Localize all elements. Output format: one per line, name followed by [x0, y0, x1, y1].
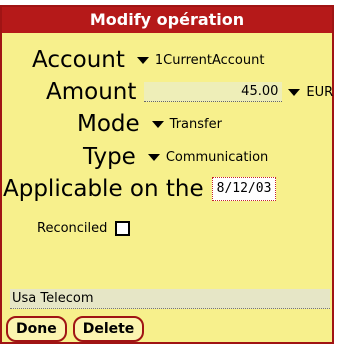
dialog-title: Modify opération [2, 7, 332, 33]
applicable-date-button[interactable]: 8/12/03 [211, 177, 277, 201]
done-button[interactable]: Done [6, 316, 67, 342]
currency-popup[interactable]: EUR [288, 85, 333, 100]
mode-popup[interactable]: Transfer [151, 116, 222, 132]
reconciled-label: Reconciled [37, 221, 108, 236]
mode-value: Transfer [169, 116, 222, 132]
type-label: Type [83, 144, 136, 170]
applicable-row: Applicable on the 8/12/03 [3, 175, 277, 203]
account-label: Account [32, 47, 125, 73]
amount-label: Amount [46, 79, 137, 105]
dropdown-arrow-icon [288, 88, 301, 96]
account-popup[interactable]: 1CurrentAccount [136, 52, 265, 68]
transaction-screen: Modify opération Account 1CurrentAccount… [0, 0, 346, 349]
dropdown-arrow-icon [147, 153, 160, 161]
modify-operation-dialog: Modify opération Account 1CurrentAccount… [0, 5, 334, 344]
account-value: 1CurrentAccount [154, 52, 265, 68]
dropdown-arrow-icon [151, 120, 164, 128]
delete-button[interactable]: Delete [72, 316, 145, 342]
amount-input[interactable]: 45.00 [144, 82, 283, 102]
dropdown-arrow-icon [136, 56, 149, 64]
applicable-label: Applicable on the [3, 176, 204, 202]
reconciled-row: Reconciled [37, 221, 131, 236]
amount-row: Amount 45.00 EUR [46, 78, 333, 106]
reconciled-checkbox[interactable] [115, 221, 131, 236]
note-field[interactable]: Usa Telecom [10, 289, 330, 309]
type-popup[interactable]: Communication [147, 149, 269, 165]
button-row: Done Delete [6, 316, 145, 342]
mode-label: Mode [77, 111, 140, 137]
account-row: Account 1CurrentAccount [32, 46, 264, 74]
currency-value: EUR [306, 84, 334, 100]
type-value: Communication [165, 149, 269, 165]
mode-row: Mode Transfer [77, 110, 222, 138]
type-row: Type Communication [83, 143, 268, 171]
